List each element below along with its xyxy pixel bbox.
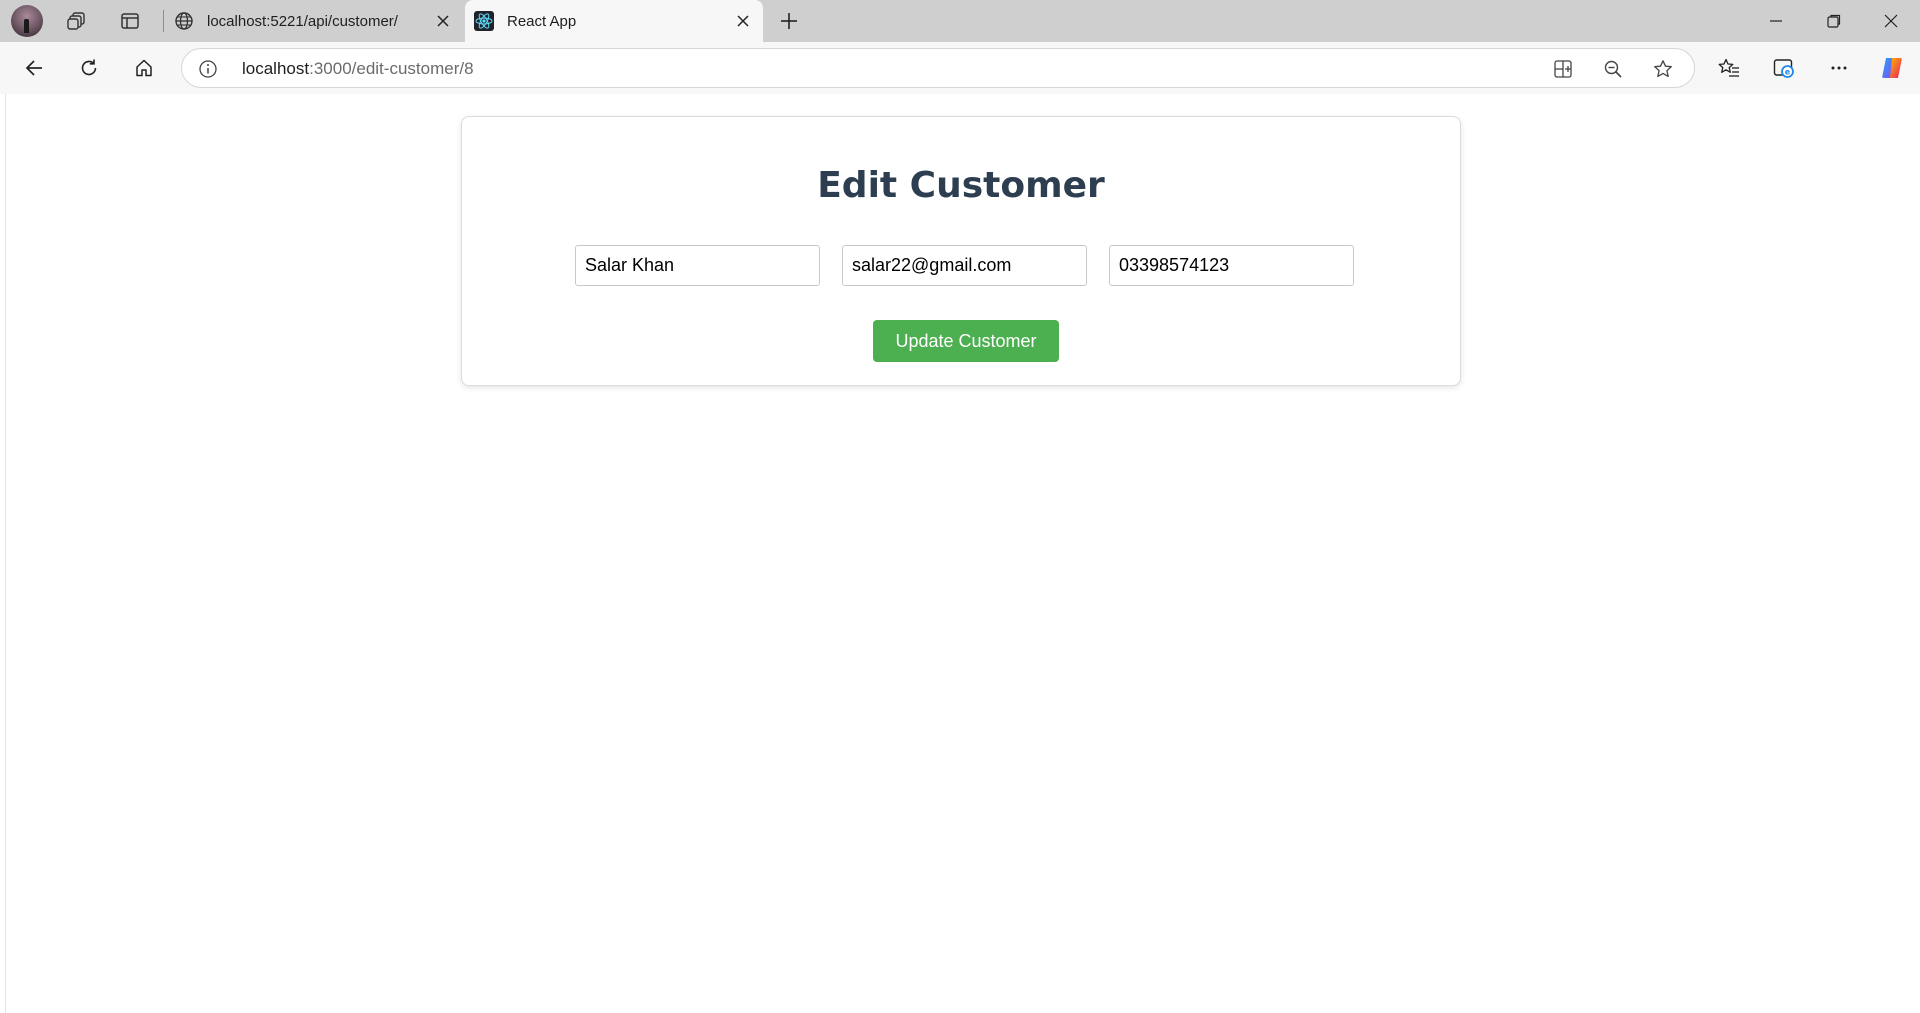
tab-react-app[interactable]: React App bbox=[465, 0, 763, 42]
back-arrow-icon[interactable] bbox=[16, 51, 52, 85]
close-tab-icon[interactable] bbox=[729, 7, 757, 35]
ie-mode-icon[interactable]: e bbox=[1766, 51, 1802, 85]
close-tab-icon[interactable] bbox=[429, 7, 457, 35]
name-input[interactable] bbox=[575, 245, 820, 286]
tab-title: localhost:5221/api/customer/ bbox=[207, 12, 398, 30]
favorite-star-icon[interactable] bbox=[1648, 55, 1678, 83]
site-info-icon[interactable] bbox=[196, 57, 220, 81]
workspaces-icon[interactable] bbox=[59, 5, 95, 37]
profile-avatar[interactable] bbox=[11, 5, 43, 37]
favorites-icon[interactable] bbox=[1711, 51, 1747, 85]
svg-text:e: e bbox=[1785, 68, 1791, 77]
email-input[interactable] bbox=[842, 245, 1087, 286]
restore-icon[interactable] bbox=[1805, 0, 1863, 42]
new-tab-icon[interactable] bbox=[773, 5, 805, 37]
edit-customer-card: Edit Customer Update Customer bbox=[461, 116, 1461, 386]
browser-toolbar: localhost:3000/edit-customer/8 e bbox=[0, 42, 1920, 94]
update-customer-button[interactable]: Update Customer bbox=[873, 320, 1059, 362]
address-bar[interactable]: localhost:3000/edit-customer/8 bbox=[181, 48, 1695, 88]
tab-separator bbox=[163, 10, 164, 32]
copilot-icon[interactable] bbox=[1875, 51, 1911, 85]
url-text[interactable]: localhost:3000/edit-customer/8 bbox=[242, 59, 474, 79]
vertical-tabs-icon[interactable] bbox=[112, 5, 148, 37]
refresh-icon[interactable] bbox=[71, 51, 107, 85]
react-icon bbox=[473, 10, 495, 32]
zoom-out-icon[interactable] bbox=[1598, 55, 1628, 83]
tab-api-customer[interactable]: localhost:5221/api/customer/ bbox=[165, 0, 463, 42]
page-title: Edit Customer bbox=[817, 165, 1105, 206]
globe-icon bbox=[173, 10, 195, 32]
apps-icon[interactable] bbox=[1548, 55, 1578, 83]
page-viewport: Edit Customer Update Customer bbox=[5, 94, 1920, 1013]
url-host: localhost bbox=[242, 59, 310, 78]
phone-input[interactable] bbox=[1109, 245, 1354, 286]
tab-title: React App bbox=[507, 12, 577, 30]
home-icon[interactable] bbox=[126, 51, 162, 85]
close-window-icon[interactable] bbox=[1862, 0, 1920, 42]
more-options-icon[interactable] bbox=[1821, 51, 1857, 85]
tab-strip: localhost:5221/api/customer/ React App bbox=[0, 0, 1920, 42]
minimize-icon[interactable] bbox=[1747, 0, 1805, 42]
url-path: :3000/edit-customer/8 bbox=[309, 59, 474, 78]
